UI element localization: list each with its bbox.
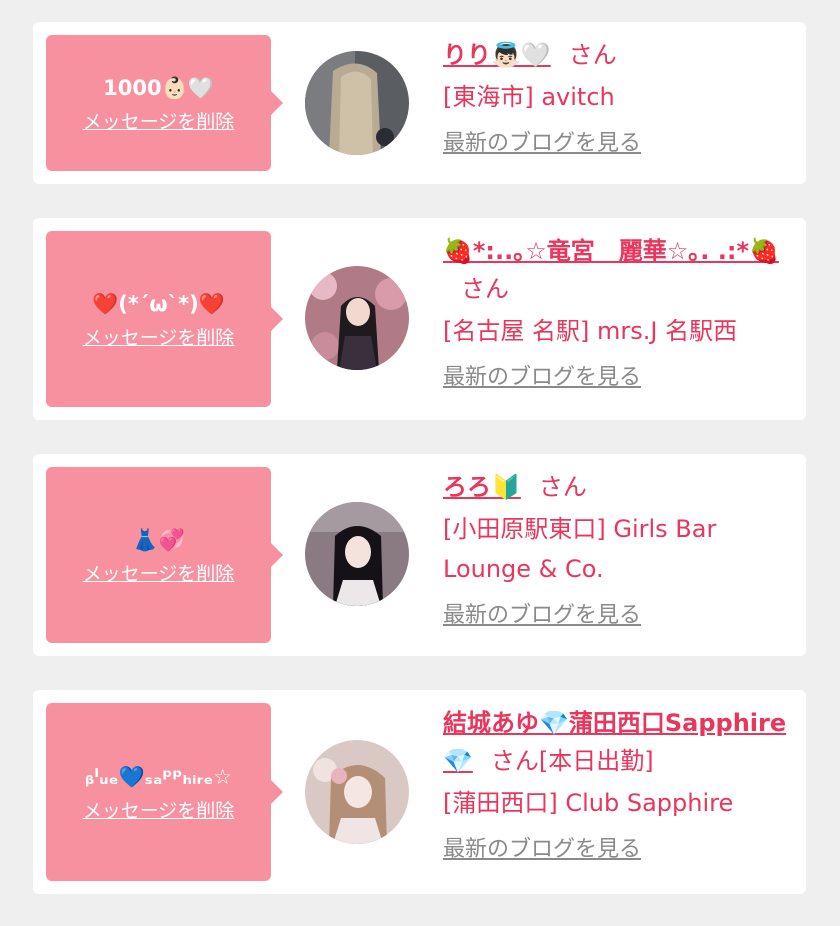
member-name-link[interactable]: 🍓*:..｡☆竜宮 麗華☆｡. .:*🍓 [443,237,779,265]
message-bubble: ᵦˡᵤₑ💙ₛₐᵖᵖₕᵢᵣₑ☆ メッセージを削除 [46,703,283,881]
shop-name: [小田原駅東口] Girls Bar Lounge & Co. [443,515,717,583]
member-info: 結城あゆ💎蒲田西口Sapphire💎 さん[本日出勤] [蒲田西口] Club S… [443,704,798,865]
delete-message-link[interactable]: メッセージを削除 [83,323,235,350]
member-info: りり👼🏻🤍 さん [東海市] avitch 最新のブログを見る [443,36,798,159]
delete-message-link[interactable]: メッセージを削除 [83,796,235,823]
honorific: さん [568,41,617,69]
list-item: ᵦˡᵤₑ💙ₛₐᵖᵖₕᵢᵣₑ☆ メッセージを削除 結城あゆ💎蒲田西口Sapphir… [33,690,806,894]
list-item: 👗💞 メッセージを削除 ろろ🔰 さん [小田原駅東口] Girls Bar Lou… [33,454,806,656]
shop-name: [蒲田西口] Club Sapphire [443,789,734,817]
shop-name: [東海市] avitch [443,83,615,111]
message-text: ᵦˡᵤₑ💙ₛₐᵖᵖₕᵢᵣₑ☆ [84,764,233,789]
latest-blog-link[interactable]: 最新のブログを見る [443,601,798,631]
latest-blog-link[interactable]: 最新のブログを見る [443,363,798,393]
honorific: さん [538,473,587,501]
member-info: ろろ🔰 さん [小田原駅東口] Girls Bar Lounge & Co. 最新… [443,468,798,631]
avatar[interactable] [305,266,409,370]
message-bubble: 1000👶🏻🤍 メッセージを削除 [46,35,283,171]
honorific: さん [490,747,539,775]
member-info: 🍓*:..｡☆竜宮 麗華☆｡. .:*🍓 さん [名古屋 名駅] mrs.J 名駅… [443,232,798,393]
list-item: ❤️(*´ω`*)❤️ メッセージを削除 🍓*:..｡☆竜宮 麗華☆｡. .:*… [33,218,806,420]
avatar[interactable] [305,51,409,155]
member-name-link[interactable]: ろろ🔰 [443,473,521,501]
shop-name: [名古屋 名駅] mrs.J 名駅西 [443,317,738,345]
list-item: 1000👶🏻🤍 メッセージを削除 りり👼🏻🤍 さん [東海市] avitch 最新… [33,22,806,184]
latest-blog-link[interactable]: 最新のブログを見る [443,129,798,159]
message-text: 👗💞 [132,527,185,552]
avatar[interactable] [305,740,409,844]
delete-message-link[interactable]: メッセージを削除 [83,107,235,134]
delete-message-link[interactable]: メッセージを削除 [83,559,235,586]
avatar[interactable] [305,502,409,606]
member-name-link[interactable]: りり👼🏻🤍 [443,41,551,69]
message-text: ❤️(*´ω`*)❤️ [92,291,225,316]
message-bubble: ❤️(*´ω`*)❤️ メッセージを削除 [46,231,283,407]
latest-blog-link[interactable]: 最新のブログを見る [443,835,798,865]
status-badge: [本日出勤] [538,747,654,775]
message-bubble: 👗💞 メッセージを削除 [46,467,283,643]
message-list: 1000👶🏻🤍 メッセージを削除 りり👼🏻🤍 さん [東海市] avitch 最新… [0,0,840,926]
honorific: さん [461,275,509,303]
message-text: 1000👶🏻🤍 [103,75,214,100]
